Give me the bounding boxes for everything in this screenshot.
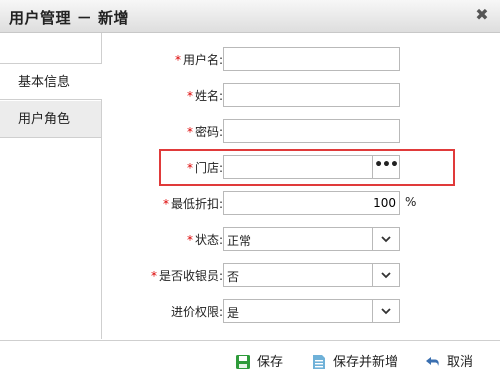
is-cashier-row: * 是否收银员: 否	[102, 263, 500, 287]
purchase-permission-select[interactable]: 是	[223, 299, 400, 323]
username-field[interactable]	[223, 47, 400, 71]
save-and-new-label: 保存并新增	[333, 355, 399, 370]
save-label: 保存	[257, 355, 284, 370]
username-row: * 用户名:	[102, 47, 500, 71]
tab-sidebar: 基本信息 用户角色	[0, 33, 102, 339]
required-mark: *	[186, 125, 193, 139]
required-mark: *	[150, 269, 157, 283]
purchase-permission-value: 是	[227, 306, 240, 320]
tab-basic-info[interactable]: 基本信息	[0, 63, 102, 100]
status-label: * 状态:	[186, 233, 223, 247]
required-mark: *	[186, 233, 193, 247]
document-save-icon	[311, 354, 327, 370]
max-discount-label: * 最低折扣:	[162, 197, 223, 211]
max-discount-field[interactable]	[223, 191, 400, 215]
max-discount-row: *最低折扣: %	[102, 191, 500, 215]
max-discount-input[interactable]	[224, 192, 399, 214]
dialog-title: 用户管理 － 新增	[9, 9, 129, 27]
required-mark: *	[162, 197, 169, 211]
purchase-permission-label: 进价权限:	[170, 305, 223, 319]
purchase-permission-row: 进价权限: 是	[102, 299, 500, 323]
password-label: * 密码:	[186, 125, 223, 139]
is-cashier-label: * 是否收银员:	[150, 269, 223, 283]
name-field[interactable]	[223, 83, 400, 107]
chevron-down-icon[interactable]	[372, 228, 399, 250]
user-management-dialog: 用户管理 － 新增 ✖ 基本信息 用户角色 * 用户名: * 姓名: * 密码: * 门…	[0, 0, 500, 389]
save-icon	[235, 354, 251, 370]
status-select[interactable]: 正常	[223, 227, 400, 251]
chevron-down-icon[interactable]	[372, 264, 399, 286]
name-input[interactable]	[224, 84, 399, 106]
status-row: * 状态: 正常	[102, 227, 500, 251]
password-row: * 密码:	[102, 119, 500, 143]
username-label: * 用户名:	[174, 53, 223, 67]
password-input[interactable]	[224, 120, 399, 142]
chevron-down-icon[interactable]	[372, 300, 399, 322]
is-cashier-select[interactable]: 否	[223, 263, 400, 287]
password-field[interactable]	[223, 119, 400, 143]
dialog-titlebar: 用户管理 － 新增 ✖	[0, 0, 500, 33]
required-mark: *	[186, 89, 193, 103]
required-mark: *	[174, 53, 181, 67]
percent-unit: %	[405, 195, 417, 209]
status-value: 正常	[227, 234, 252, 248]
tab-user-roles[interactable]: 用户角色	[0, 101, 101, 138]
close-icon[interactable]: ✖	[474, 7, 490, 23]
undo-arrow-icon	[425, 354, 441, 370]
username-input[interactable]	[224, 48, 399, 70]
name-label: * 姓名:	[186, 89, 223, 103]
dialog-footer: 保存 保存并新增 取消	[0, 340, 500, 389]
is-cashier-value: 否	[227, 270, 240, 284]
name-row: * 姓名:	[102, 83, 500, 107]
store-highlight-box	[159, 149, 455, 186]
cancel-label: 取消	[447, 355, 474, 370]
